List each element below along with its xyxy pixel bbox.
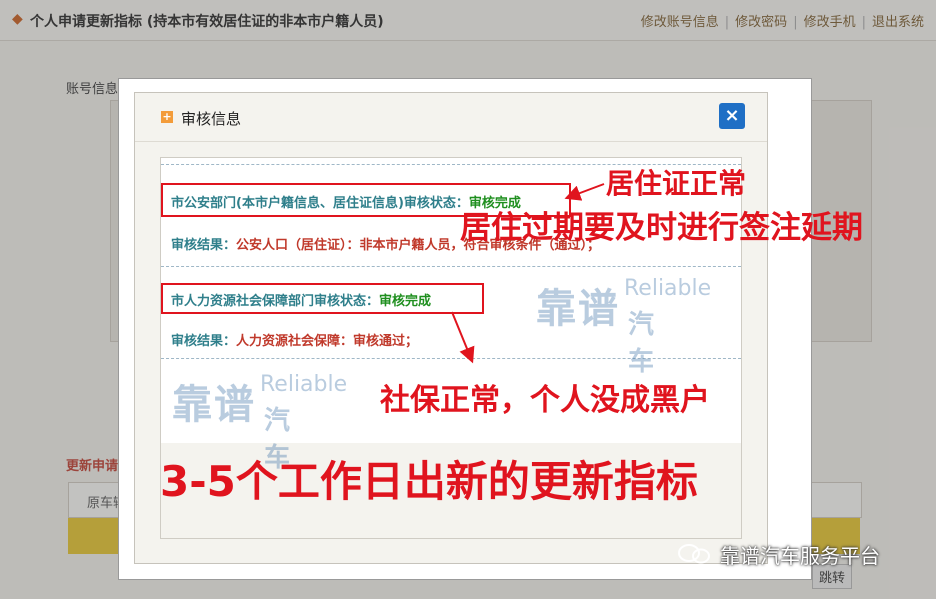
wechat-icon	[678, 544, 710, 564]
arrow-residence	[564, 183, 605, 201]
annotation-new-quota: 3-5个工作日出新的更新指标	[160, 457, 698, 506]
annotation-residence-expire: 居住过期要及时进行签注延期	[460, 210, 863, 246]
annotation-arrows	[451, 183, 605, 364]
arrow-social-security	[451, 311, 475, 364]
brand-text: 靠谱汽车服务平台	[720, 544, 880, 568]
annotation-social-security: 社保正常，个人没成黑户	[380, 383, 710, 418]
annotation-residence-ok: 居住证正常	[606, 167, 747, 200]
